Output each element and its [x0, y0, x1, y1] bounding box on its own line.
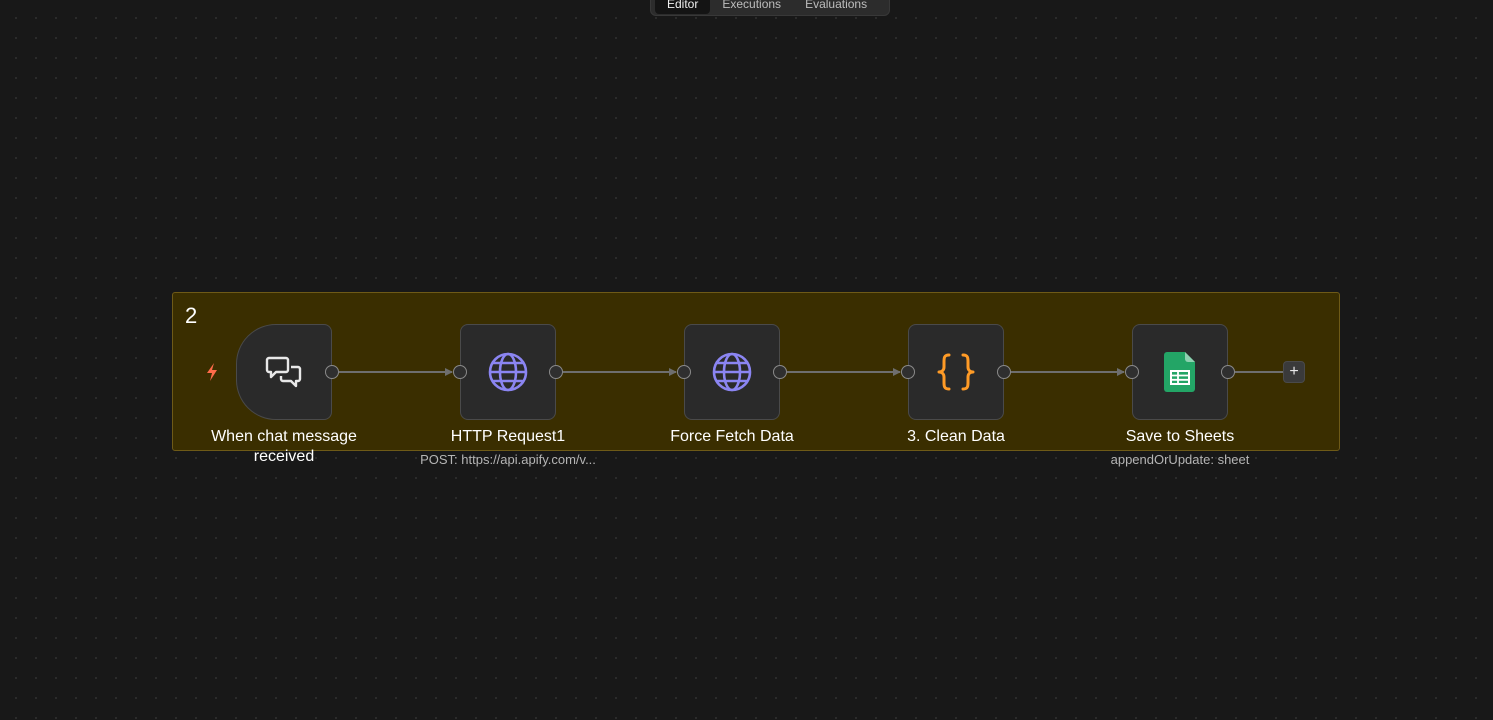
input-port[interactable] [453, 365, 467, 379]
node-http-request1[interactable] [460, 324, 556, 420]
tab-executions[interactable]: Executions [710, 0, 793, 14]
node-force-fetch-data[interactable] [684, 324, 780, 420]
node-clean-data[interactable] [908, 324, 1004, 420]
node-label: Force Fetch Data [670, 428, 794, 445]
google-sheets-icon [1164, 352, 1195, 392]
code-braces-icon [937, 353, 975, 391]
output-port[interactable] [325, 365, 339, 379]
output-port[interactable] [1221, 365, 1235, 379]
output-port[interactable] [997, 365, 1011, 379]
tab-evaluations[interactable]: Evaluations [793, 0, 879, 14]
input-port[interactable] [1125, 365, 1139, 379]
node-label: When chat message received [211, 428, 357, 465]
sticky-note-title: 2 [185, 303, 198, 328]
output-port[interactable] [549, 365, 563, 379]
input-port[interactable] [677, 365, 691, 379]
globe-icon [712, 352, 752, 392]
globe-icon [488, 352, 528, 392]
output-port[interactable] [773, 365, 787, 379]
node-save-to-sheets[interactable] [1132, 324, 1228, 420]
node-label: HTTP Request1 [450, 428, 566, 445]
node-subtitle: POST: https://api.apify.com/v... [420, 452, 596, 467]
node-chat-trigger[interactable] [236, 324, 332, 420]
node-label: 3. Clean Data [907, 428, 1005, 445]
tab-editor[interactable]: Editor [655, 0, 711, 14]
node-subtitle: appendOrUpdate: sheet [1110, 452, 1250, 467]
view-switcher: Editor Executions Evaluations [650, 0, 890, 16]
input-port[interactable] [901, 365, 915, 379]
trigger-bolt-icon [207, 363, 217, 381]
chat-bubbles-icon [265, 356, 302, 388]
add-node-button[interactable]: + [1283, 361, 1305, 383]
node-label: Save to Sheets [1125, 428, 1235, 445]
